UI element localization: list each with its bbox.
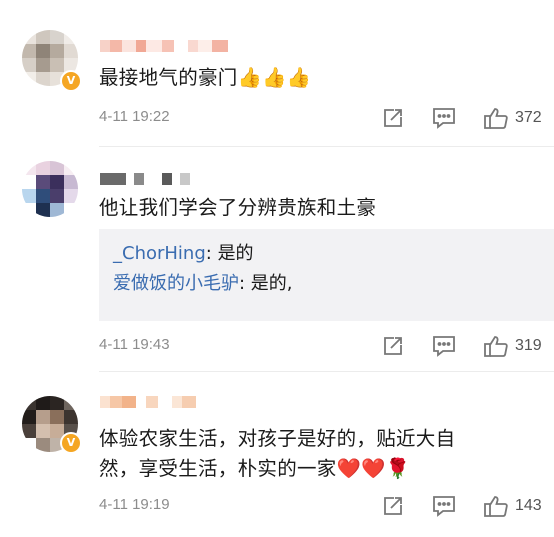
thumbs-up-icon <box>483 106 509 130</box>
reply-username[interactable]: _ChorHing <box>113 243 206 264</box>
comment-2: 他让我们学会了分辨贵族和土豪 _ChorHing: 是的 爱做饭的小毛驴: 是的… <box>0 147 554 382</box>
comment-icon[interactable] <box>431 106 457 130</box>
comment-text: 他让我们学会了分辨贵族和土豪 <box>99 196 377 219</box>
comment-text: 最接地气的豪门👍👍👍 <box>99 66 312 89</box>
comment-text-line-1: 体验农家生活，对孩子是好的，贴近大自 <box>99 427 456 450</box>
comment-meta: 4-11 19:43 319 <box>99 334 554 358</box>
reply-username[interactable]: 爱做饭的小毛驴 <box>113 273 239 294</box>
reply-box[interactable]: _ChorHing: 是的 爱做饭的小毛驴: 是的, <box>99 229 554 321</box>
username-obscured[interactable] <box>100 396 196 408</box>
comment-meta: 4-11 19:19 143 <box>99 494 554 518</box>
like-count: 372 <box>515 109 542 126</box>
username-obscured[interactable] <box>100 40 228 52</box>
reply-item: _ChorHing: 是的 <box>113 243 254 264</box>
avatar[interactable] <box>22 161 78 217</box>
timestamp: 4-11 19:22 <box>99 108 170 125</box>
share-icon[interactable] <box>381 494 407 518</box>
comment-1: V 最接地气的豪门👍👍👍 4-11 19:22 372 <box>0 0 554 150</box>
like-button[interactable]: 372 <box>483 106 542 130</box>
verified-badge-icon: V <box>60 432 82 454</box>
thumbs-up-icon <box>483 494 509 518</box>
reply-item: 爱做饭的小毛驴: 是的, <box>113 273 293 294</box>
like-count: 319 <box>515 337 542 354</box>
comment-icon[interactable] <box>431 334 457 358</box>
reply-text: 是的, <box>250 273 293 294</box>
comment-text-line-2: 然，享受生活，朴实的一家❤️❤️🌹 <box>99 457 411 480</box>
comment-meta: 4-11 19:22 372 <box>99 106 554 130</box>
share-icon[interactable] <box>381 106 407 130</box>
verified-badge-icon: V <box>60 70 82 92</box>
like-button[interactable]: 143 <box>483 494 542 518</box>
share-icon[interactable] <box>381 334 407 358</box>
like-button[interactable]: 319 <box>483 334 542 358</box>
thumbs-up-icon <box>483 334 509 358</box>
timestamp: 4-11 19:19 <box>99 496 170 513</box>
timestamp: 4-11 19:43 <box>99 336 170 353</box>
reply-text: 是的 <box>217 243 254 264</box>
like-count: 143 <box>515 497 542 514</box>
comment-3: V 体验农家生活，对孩子是好的，贴近大自 然，享受生活，朴实的一家❤️❤️🌹 4… <box>0 372 554 537</box>
username-obscured[interactable] <box>100 173 190 185</box>
comment-icon[interactable] <box>431 494 457 518</box>
